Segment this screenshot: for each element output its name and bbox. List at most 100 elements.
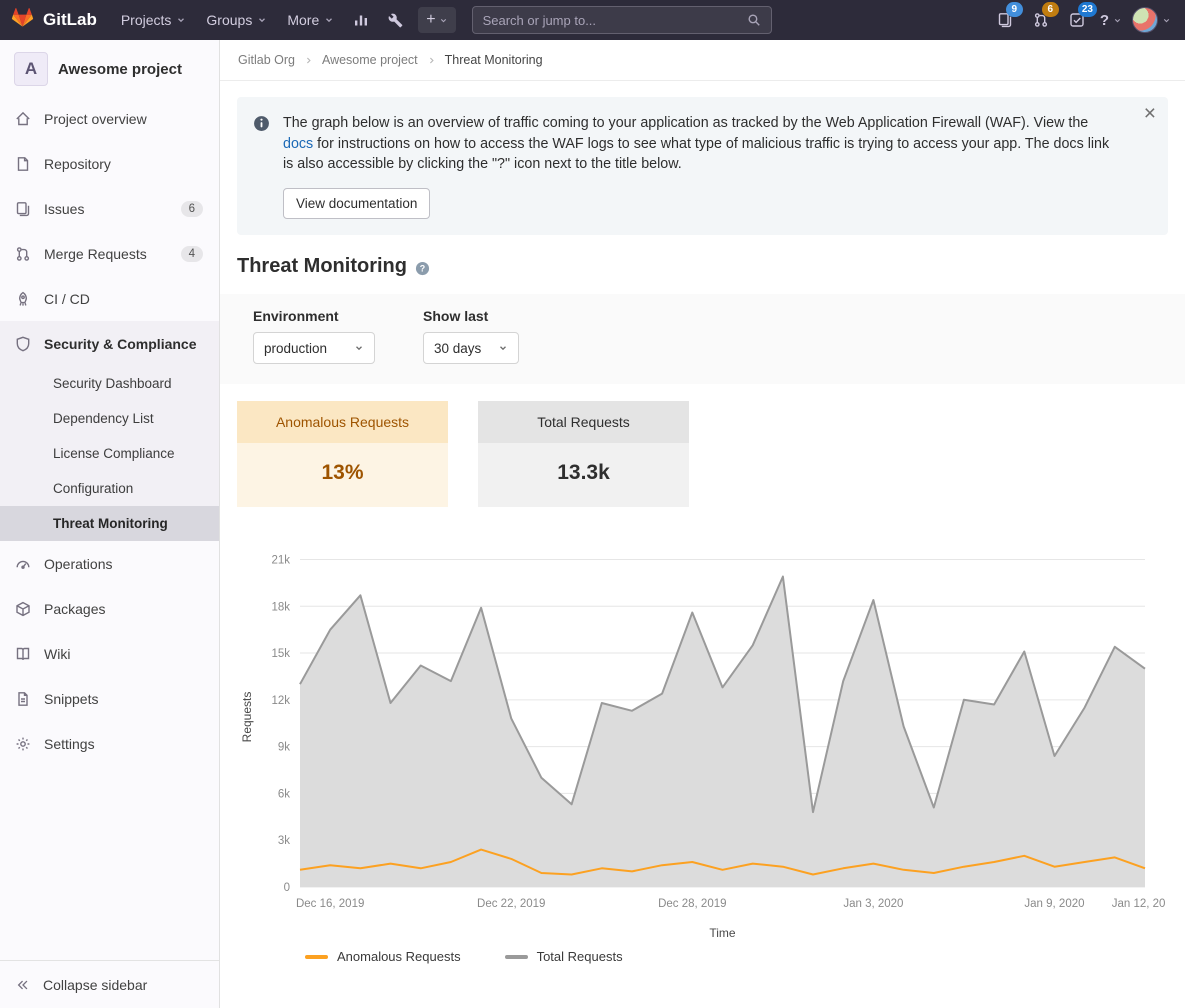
chart-legend: Anomalous Requests Total Requests [305, 949, 1165, 964]
total-requests-card[interactable]: Total Requests 13.3k [478, 401, 689, 507]
help-menu-button[interactable]: ? [1100, 12, 1122, 29]
sidebar-subitem-security-dashboard[interactable]: Security Dashboard [0, 366, 219, 401]
todos-count-badge: 23 [1078, 2, 1097, 17]
gitlab-logo[interactable]: GitLab [10, 8, 97, 32]
nav-groups-menu[interactable]: Groups [196, 0, 277, 40]
svg-text:0: 0 [284, 882, 290, 894]
sidebar-item-label: Merge Requests [44, 246, 147, 262]
gear-icon [15, 736, 31, 752]
sidebar-subitem-license-compliance[interactable]: License Compliance [0, 436, 219, 471]
issues-count-badge: 9 [1006, 2, 1023, 17]
sidebar-item-label: Settings [44, 736, 95, 752]
stat-cards: Anomalous Requests 13% Total Requests 13… [237, 401, 1168, 507]
sidebar-item-label: Repository [44, 156, 111, 172]
legend-item-anomalous-requests[interactable]: Anomalous Requests [305, 949, 461, 964]
sidebar-item-settings[interactable]: Settings [0, 721, 219, 766]
sidebar-item-wiki[interactable]: Wiki [0, 631, 219, 676]
merge-requests-count-button[interactable]: 6 [1028, 7, 1054, 33]
navbar-right: 9 6 23 ? [992, 7, 1171, 33]
svg-text:Jan 9, 2020: Jan 9, 2020 [1024, 898, 1084, 910]
waf-info-alert: The graph below is an overview of traffi… [237, 97, 1168, 235]
sidebar-subitem-configuration[interactable]: Configuration [0, 471, 219, 506]
breadcrumb-group-link[interactable]: Gitlab Org [238, 53, 295, 67]
user-menu-button[interactable] [1132, 7, 1171, 33]
anomalous-requests-card[interactable]: Anomalous Requests 13% [237, 401, 448, 507]
breadcrumb-current-page: Threat Monitoring [445, 53, 543, 67]
issues-count-button[interactable]: 9 [992, 7, 1018, 33]
analytics-button[interactable] [346, 7, 376, 33]
sidebar-item-merge-requests[interactable]: Merge Requests 4 [0, 231, 219, 276]
sidebar-subitem-threat-monitoring[interactable]: Threat Monitoring [0, 506, 219, 541]
help-icon: ? [1100, 12, 1109, 29]
new-menu-button[interactable]: + [418, 7, 455, 33]
show-last-filter: Show last 30 days [423, 308, 519, 364]
close-icon[interactable]: × [1144, 103, 1156, 124]
svg-text:Jan 3, 2020: Jan 3, 2020 [843, 898, 903, 910]
sidebar-item-security-compliance[interactable]: Security & Compliance [0, 321, 219, 366]
issues-badge: 6 [181, 201, 203, 217]
sidebar-item-ci-cd[interactable]: CI / CD [0, 276, 219, 321]
nav-more-menu[interactable]: More [277, 0, 344, 40]
legend-label: Total Requests [537, 949, 623, 964]
project-context-header[interactable]: A Awesome project [0, 40, 219, 96]
wrench-icon [388, 13, 403, 28]
legend-label: Anomalous Requests [337, 949, 461, 964]
issues-icon [15, 201, 31, 217]
anomalous-requests-label: Anomalous Requests [237, 401, 448, 443]
todos-count-button[interactable]: 23 [1064, 7, 1090, 33]
admin-area-button[interactable] [380, 7, 410, 33]
sidebar-nav: Project overview Repository Issues 6 Mer… [0, 96, 219, 766]
chevron-down-icon [439, 16, 448, 25]
sidebar-item-label: Operations [44, 556, 112, 572]
sidebar-item-packages[interactable]: Packages [0, 586, 219, 631]
sidebar-item-snippets[interactable]: Snippets [0, 676, 219, 721]
chevron-right-icon [427, 56, 436, 65]
alert-text-before: The graph below is an overview of traffi… [283, 115, 1088, 131]
show-last-select[interactable]: 30 days [423, 332, 519, 364]
threat-monitoring-chart: 03k6k9k12k15k18k21kDec 16, 2019Dec 22, 2… [238, 535, 1165, 964]
anomalous-requests-value: 13% [237, 443, 448, 507]
total-requests-value: 13.3k [478, 443, 689, 507]
environment-label: Environment [253, 308, 375, 324]
sidebar-subitem-dependency-list[interactable]: Dependency List [0, 401, 219, 436]
collapse-sidebar-button[interactable]: Collapse sidebar [0, 960, 219, 1008]
breadcrumb-project-link[interactable]: Awesome project [322, 53, 418, 67]
sidebar-item-operations[interactable]: Operations [0, 541, 219, 586]
sidebar-item-project-overview[interactable]: Project overview [0, 96, 219, 141]
sidebar-item-repository[interactable]: Repository [0, 141, 219, 186]
chevron-down-icon [1162, 16, 1171, 25]
collapse-sidebar-label: Collapse sidebar [43, 977, 147, 993]
svg-text:6k: 6k [278, 789, 290, 801]
book-icon [15, 646, 31, 662]
legend-item-total-requests[interactable]: Total Requests [505, 949, 623, 964]
page-title: Threat Monitoring [237, 255, 407, 278]
search-icon [747, 13, 761, 27]
sidebar-item-label: Issues [44, 201, 84, 217]
project-name: Awesome project [58, 61, 182, 78]
nav-groups-label: Groups [206, 12, 252, 28]
svg-text:18k: 18k [271, 601, 290, 613]
gauge-icon [15, 556, 31, 572]
view-documentation-button[interactable]: View documentation [283, 188, 430, 219]
environment-select[interactable]: production [253, 332, 375, 364]
svg-text:Requests: Requests [240, 692, 254, 743]
chevron-right-icon [304, 56, 313, 65]
sidebar-item-label: Security & Compliance [44, 336, 197, 352]
docs-link[interactable]: docs [283, 136, 313, 152]
svg-text:3k: 3k [278, 835, 290, 847]
nav-projects-menu[interactable]: Projects [111, 0, 197, 40]
sidebar-item-issues[interactable]: Issues 6 [0, 186, 219, 231]
sidebar-item-label: Snippets [44, 691, 98, 707]
breadcrumb: Gitlab Org Awesome project Threat Monito… [220, 40, 1185, 81]
rocket-icon [15, 291, 31, 307]
search-input[interactable] [483, 13, 747, 28]
svg-text:12k: 12k [271, 695, 290, 707]
question-icon[interactable]: ? [415, 261, 430, 276]
environment-filter: Environment production [253, 308, 375, 364]
chevron-down-icon [354, 343, 364, 353]
svg-text:9k: 9k [278, 742, 290, 754]
page-title-row: Threat Monitoring ? [237, 255, 1168, 278]
show-last-label: Show last [423, 308, 519, 324]
alert-text-after: for instructions on how to access the WA… [283, 136, 1109, 173]
svg-text:Dec 28, 2019: Dec 28, 2019 [658, 898, 726, 910]
